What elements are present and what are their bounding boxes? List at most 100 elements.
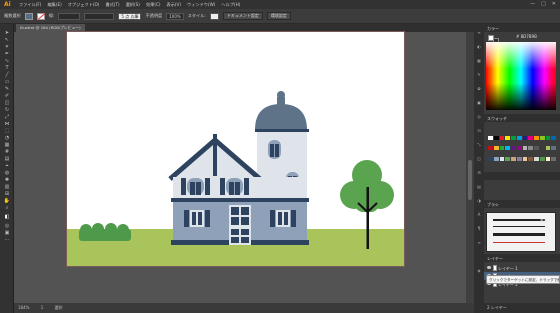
curvature-tool-icon[interactable]: ∿ <box>3 58 11 64</box>
character-icon[interactable]: A <box>476 212 482 217</box>
menu-select[interactable]: 選択(S) <box>126 2 140 8</box>
properties-icon[interactable]: ≡ <box>476 30 482 35</box>
symbols-icon[interactable]: ✿ <box>476 86 482 91</box>
shape-builder-icon[interactable]: ◔ <box>3 135 11 141</box>
scrollbar-thumb[interactable] <box>468 160 472 200</box>
illustration <box>67 91 404 266</box>
brush-field[interactable]: 5 点 丸筆 <box>118 12 142 20</box>
brush-label: 基本 <box>540 219 547 223</box>
layers-panel-header[interactable]: レイヤー <box>484 254 560 262</box>
fill-swatch[interactable] <box>24 12 33 20</box>
line-tool-icon[interactable]: ╱ <box>3 72 11 78</box>
document-setup-button[interactable]: ドキュメント設定 <box>222 12 263 20</box>
fill-stroke-icon[interactable]: ◧ <box>3 214 11 220</box>
rotate-tool-icon[interactable]: ↻ <box>3 107 11 113</box>
document-tab-bar: Illustrat @ 184 (RGB/プレビュー) <box>14 24 474 32</box>
zoom-readout[interactable]: 184% <box>18 305 29 310</box>
transform-icon[interactable]: ⤡ <box>476 142 482 147</box>
brush-stroke-4[interactable] <box>493 242 545 243</box>
graphic-styles-icon[interactable]: ▣ <box>476 100 482 105</box>
panel-icon-strip: ≡ ◐ ▦ ✎ ✿ ▣ ◎ ⊟ ⤡ ◫ ☰ ▤ ◑ A ¶ ∞ ◈ <box>474 24 484 313</box>
mesh-tool-icon[interactable]: # <box>3 149 11 155</box>
hedge-shape[interactable] <box>79 223 131 241</box>
menu-effect[interactable]: 効果(C) <box>146 2 161 8</box>
preferences-button[interactable]: 環境設定 <box>266 12 291 20</box>
pen-tool-icon[interactable]: ✒ <box>3 51 11 57</box>
maximize-button[interactable]: □ <box>541 1 546 7</box>
selection-label: 複数選択 <box>4 13 21 18</box>
brushes-icon[interactable]: ✎ <box>476 72 482 77</box>
zoom-tool-icon[interactable]: ⌕ <box>3 205 11 211</box>
graph-tool-icon[interactable]: ▥ <box>3 184 11 190</box>
menu-help[interactable]: ヘルプ(H) <box>221 2 240 8</box>
gradient-icon[interactable]: ▤ <box>476 184 482 189</box>
stroke-weight-field[interactable] <box>58 12 81 20</box>
magic-wand-icon[interactable]: ✶ <box>3 44 11 50</box>
pathfinder-icon[interactable]: ◫ <box>476 156 482 161</box>
free-transform-icon[interactable]: ⬚ <box>3 128 11 134</box>
eraser-tool-icon[interactable]: ◫ <box>3 100 11 106</box>
color-hex-value[interactable]: # 8D7B9B <box>516 34 537 39</box>
stroke-icon[interactable]: ☰ <box>476 170 482 175</box>
menu-file[interactable]: ファイル(F) <box>19 2 41 8</box>
layer-row[interactable]: レイヤー 1 <box>484 264 560 272</box>
more-tools-icon[interactable]: ⋯ <box>3 237 11 243</box>
swatch-grid[interactable] <box>488 136 556 166</box>
direct-selection-tool-icon[interactable]: ↖ <box>3 37 11 43</box>
style-swatch[interactable] <box>209 12 219 20</box>
minimize-button[interactable]: — <box>530 1 535 7</box>
brush-stroke-3[interactable] <box>493 233 545 236</box>
links-icon[interactable]: ∞ <box>476 240 482 245</box>
swatches-icon[interactable]: ▦ <box>476 58 482 63</box>
selection-tool-icon[interactable]: ➤ <box>3 30 11 36</box>
scale-tool-icon[interactable]: ⤢ <box>3 114 11 120</box>
stroke-swatch[interactable] <box>36 12 45 20</box>
swatches-panel-header[interactable]: スウォッチ <box>484 114 560 122</box>
menu-type[interactable]: 書式(T) <box>105 2 119 8</box>
menu-view[interactable]: 表示(V) <box>167 2 182 8</box>
variable-width-field[interactable] <box>84 12 115 20</box>
brush-stroke-2[interactable] <box>493 226 545 227</box>
visibility-eye-icon[interactable] <box>487 266 491 269</box>
color-guide-icon[interactable]: ◐ <box>476 44 482 49</box>
document-tab[interactable]: Illustrat @ 184 (RGB/プレビュー) <box>16 24 85 32</box>
color-panel-header[interactable]: カラー <box>484 24 560 32</box>
close-button[interactable]: ✕ <box>552 1 556 7</box>
artboard-number[interactable]: 1 <box>41 305 44 310</box>
layers-footer: 2 レイヤー <box>484 303 560 313</box>
blend-tool-icon[interactable]: ◍ <box>3 170 11 176</box>
brush-stroke-1[interactable] <box>493 219 545 221</box>
layers-icon[interactable]: ◈ <box>476 268 482 273</box>
vertical-scrollbar[interactable] <box>466 32 474 303</box>
paragraph-icon[interactable]: ¶ <box>476 226 482 231</box>
layer-tooltip: クリックでターゲットに設定、ドラッグで移動 <box>486 275 560 284</box>
type-tool-icon[interactable]: T <box>3 65 11 71</box>
paintbrush-tool-icon[interactable]: ✎ <box>3 86 11 92</box>
right-panels: カラー # 8D7B9B スウォッチ ブラシ 基本 レイヤー レイヤー 1 サン… <box>484 24 560 313</box>
hand-tool-icon[interactable]: ✋ <box>3 198 11 204</box>
drawing-mode-icon[interactable]: ◎ <box>3 223 11 229</box>
properties-panel-header[interactable] <box>484 172 560 180</box>
transparency-icon[interactable]: ◑ <box>476 198 482 203</box>
opacity-field[interactable]: 100% <box>166 12 184 20</box>
screen-mode-icon[interactable]: ▣ <box>3 230 11 236</box>
eyedropper-icon[interactable]: ⌖ <box>3 163 11 169</box>
gradient-tool-icon[interactable]: ▤ <box>3 156 11 162</box>
perspective-grid-icon[interactable]: ▦ <box>3 142 11 148</box>
appearance-icon[interactable]: ◎ <box>476 114 482 119</box>
brush-library-panel[interactable] <box>486 212 556 252</box>
layer-name[interactable]: レイヤー 1 <box>498 266 518 271</box>
brushes-panel-header[interactable]: ブラシ <box>484 200 560 208</box>
artboard-tool-icon[interactable]: ⊞ <box>3 191 11 197</box>
artboard[interactable] <box>67 32 404 266</box>
rectangle-tool-icon[interactable]: ▭ <box>3 79 11 85</box>
symbol-sprayer-icon[interactable]: ✺ <box>3 177 11 183</box>
menu-edit[interactable]: 編集(E) <box>47 2 61 8</box>
menu-object[interactable]: オブジェクト(O) <box>68 2 100 8</box>
width-tool-icon[interactable]: ⋈ <box>3 121 11 127</box>
color-spectrum[interactable] <box>486 42 556 110</box>
menu-window[interactable]: ウィンドウ(W) <box>187 2 215 8</box>
window-controls: — □ ✕ <box>530 1 556 7</box>
align-icon[interactable]: ⊟ <box>476 128 482 133</box>
shaper-tool-icon[interactable]: ✐ <box>3 93 11 99</box>
